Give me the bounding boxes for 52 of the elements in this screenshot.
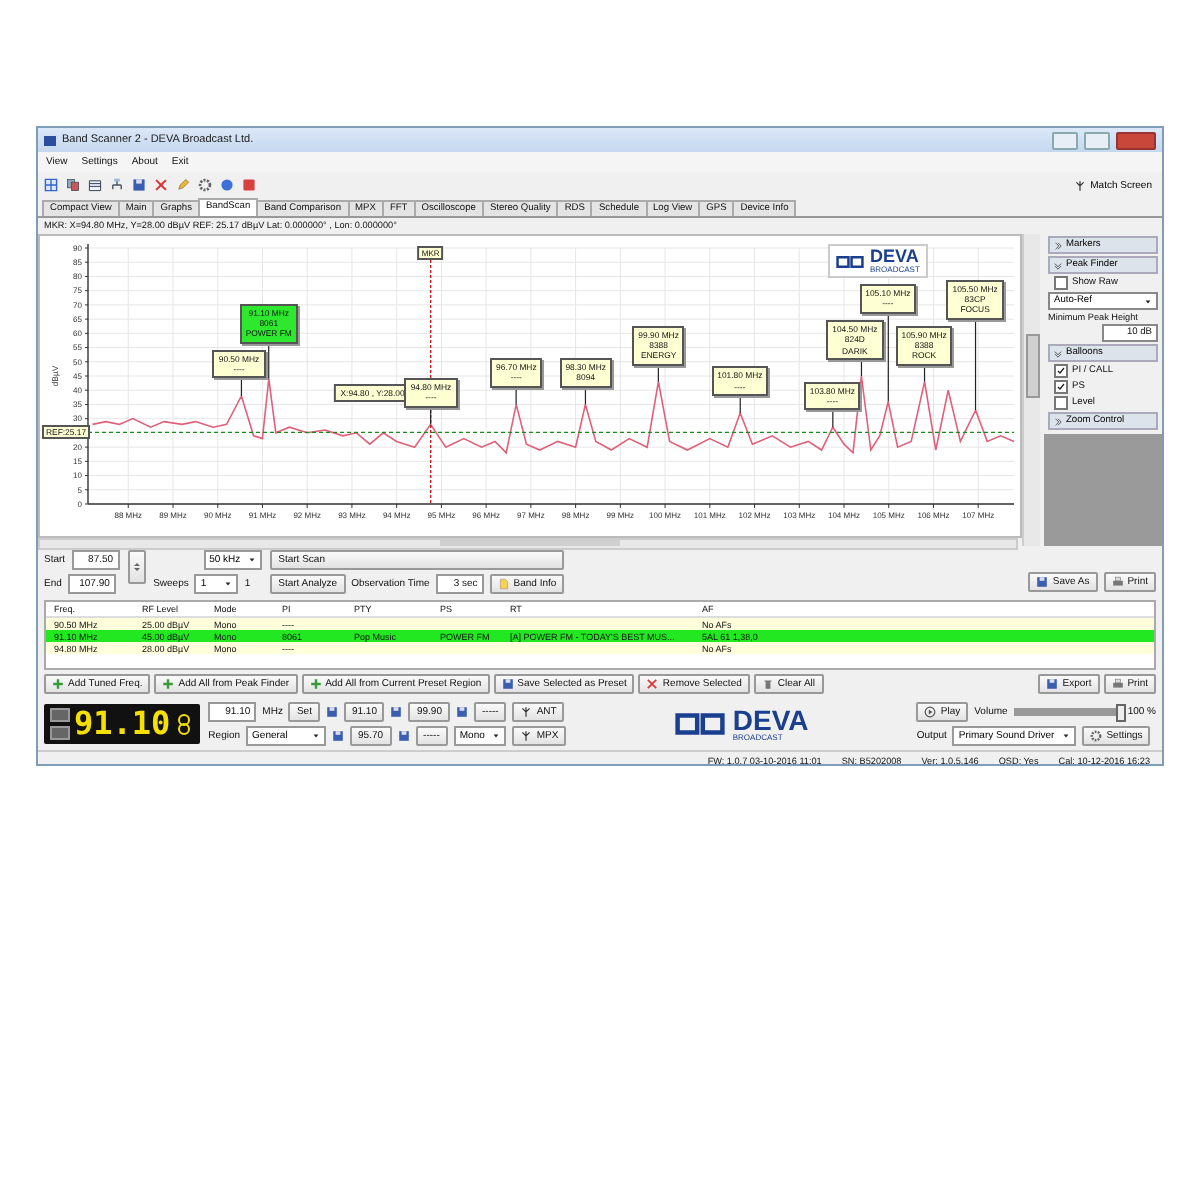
save-icon[interactable]	[456, 706, 468, 718]
trash-icon	[761, 678, 774, 690]
antenna-icon	[520, 706, 533, 718]
stop-icon[interactable]	[242, 178, 256, 192]
checkbox[interactable]	[1054, 396, 1068, 410]
close-button[interactable]	[1116, 131, 1156, 149]
leader-line	[974, 319, 977, 411]
save-icon[interactable]	[390, 706, 403, 718]
network-icon[interactable]	[110, 178, 124, 192]
app-icon	[44, 135, 56, 145]
plus-icon	[52, 678, 64, 690]
save-icon	[1046, 678, 1059, 690]
settings-icon	[1090, 730, 1103, 742]
leader-line	[268, 343, 270, 380]
leader-line	[515, 387, 517, 406]
save-icon	[1036, 576, 1049, 588]
plus-icon	[309, 678, 322, 690]
leader-line	[887, 313, 889, 403]
save-icon	[501, 678, 514, 690]
volume-slider[interactable]	[1013, 708, 1122, 716]
checkbox[interactable]	[1054, 380, 1068, 394]
plus-icon	[162, 678, 175, 690]
caret-icon	[1144, 297, 1152, 305]
antenna-icon	[520, 730, 533, 742]
table-icon[interactable]	[88, 178, 102, 192]
grid-icon[interactable]	[44, 178, 58, 192]
logo-mark-icon	[674, 710, 727, 738]
logo-name: DEVA	[870, 248, 920, 266]
gear-icon[interactable]	[198, 178, 212, 192]
vertical-scrollbar[interactable]	[1022, 234, 1040, 546]
printer-icon	[1111, 576, 1124, 588]
save-icon[interactable]	[325, 706, 338, 718]
sweep-button[interactable]	[127, 550, 146, 584]
cross-icon	[646, 678, 659, 690]
save-icon[interactable]	[397, 730, 410, 742]
checkbox[interactable]	[1054, 364, 1068, 378]
delete-icon[interactable]	[154, 178, 168, 192]
play-icon	[924, 706, 937, 718]
horizontal-scrollbar[interactable]	[38, 538, 1018, 550]
pencil-icon[interactable]	[176, 178, 190, 192]
checkbox[interactable]	[1054, 276, 1068, 290]
document-icon	[497, 578, 510, 590]
printer-icon	[1111, 678, 1124, 690]
frequency-readout: 91.10	[74, 708, 171, 740]
logo-mark-icon	[836, 253, 864, 269]
save-icon[interactable]	[332, 730, 345, 742]
antenna-icon	[1074, 179, 1087, 191]
logo-name: DEVA	[732, 706, 809, 734]
slider-thumb[interactable]	[1115, 704, 1126, 722]
info-icon[interactable]	[220, 178, 234, 192]
save-icon[interactable]	[132, 178, 146, 192]
copy-icon[interactable]	[66, 178, 80, 192]
